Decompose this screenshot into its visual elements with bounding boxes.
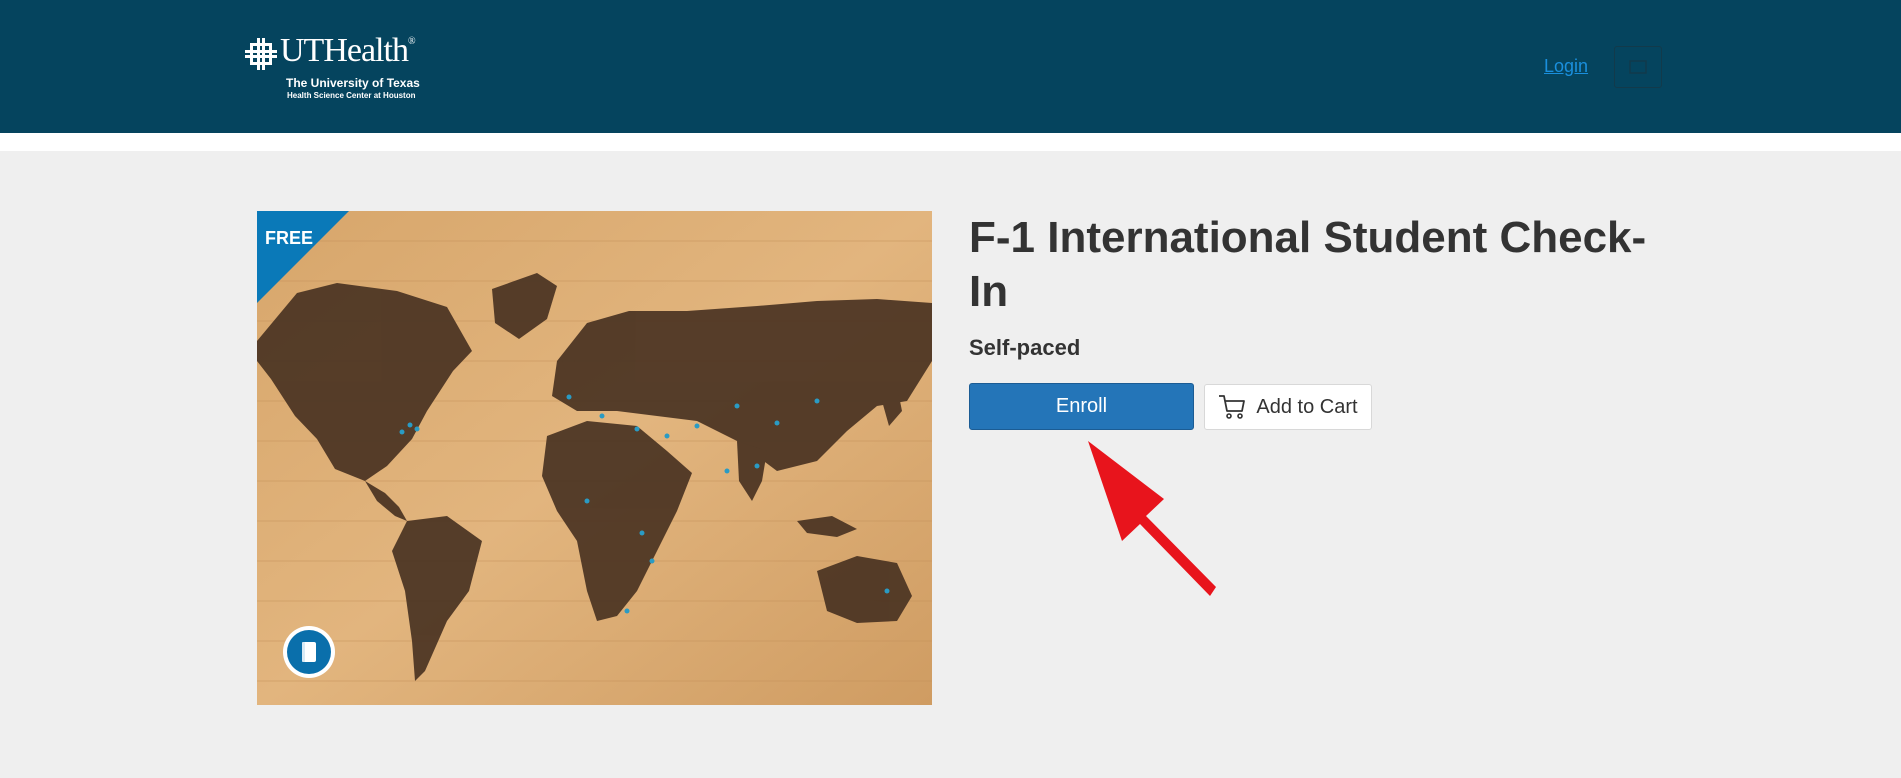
- free-ribbon: [257, 211, 349, 303]
- add-to-cart-button[interactable]: Add to Cart: [1204, 384, 1372, 430]
- site-header: UTHealth® The University of Texas Health…: [0, 0, 1901, 133]
- login-link[interactable]: Login: [1544, 56, 1588, 77]
- enroll-button[interactable]: Enroll: [969, 383, 1194, 430]
- header-divider: [0, 133, 1901, 151]
- cart-icon: [1219, 395, 1246, 419]
- logo-subtitle: The University of Texas: [286, 76, 420, 90]
- course-image: [257, 211, 932, 705]
- logo-wordmark: UTHealth®: [280, 32, 416, 69]
- cart-icon: [1629, 60, 1647, 74]
- course-type-badge: [283, 626, 335, 678]
- logo-subtitle-2: Health Science Center at Houston: [287, 91, 416, 100]
- uthealth-logo[interactable]: UTHealth® The University of Texas Health…: [245, 32, 435, 102]
- course-title: F-1 International Student Check-In: [969, 213, 1647, 316]
- uthealth-mark-icon: [245, 38, 277, 70]
- add-to-cart-label: Add to Cart: [1256, 395, 1358, 418]
- free-label: FREE: [265, 228, 314, 248]
- course-pace: Self-paced: [969, 335, 1081, 360]
- header-cart-button[interactable]: [1614, 46, 1662, 88]
- book-icon: [302, 642, 316, 662]
- annotation-arrow: [1088, 441, 1216, 596]
